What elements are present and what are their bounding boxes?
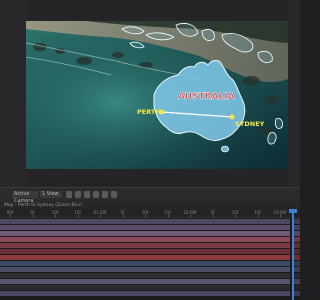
layer-bar[interactable] [0,249,290,254]
tasmania-shape [221,145,229,153]
layer-bar[interactable] [0,261,290,266]
composition-render: AUSTRALIA PERTH SYDNEY [26,21,288,169]
layer-bar[interactable] [0,243,290,248]
city-label-sydney: SYDNEY [235,120,265,128]
timeline-comp-name: Map - Perth to Sydney (Zoom Blur) [4,203,83,208]
views-layout-select[interactable]: 1 View [40,191,62,198]
viewer-toolbar: Active Camera 1 View [0,187,300,204]
ruler-tick-mark [280,215,281,217]
layer-bar[interactable] [0,285,290,290]
layer-bar[interactable] [0,237,290,242]
layer-bar[interactable] [0,267,290,272]
viewer-left-margin [0,0,26,187]
mask-icon[interactable] [75,191,81,198]
ruler-tick-mark [145,215,146,217]
layer-bar[interactable] [0,219,290,224]
snapshot-icon[interactable] [84,191,90,198]
timeline-panel: Map - Perth to Sydney (Zoom Blur) 00f 5f 1… [0,202,300,300]
ruler-tick-mark [257,215,259,217]
layer-bar[interactable] [0,225,290,230]
viewer-right-margin [288,0,300,187]
layer-bar[interactable] [0,273,290,278]
ruler-tick-mark [100,215,101,217]
fast-preview-icon[interactable] [111,191,117,198]
ruler-tick-mark [235,215,236,217]
grid-icon[interactable] [66,191,72,198]
ruler-tick-mark [32,215,34,217]
ruler-tick-mark [77,215,79,217]
layer-bar[interactable] [0,291,290,296]
view-select[interactable]: Active Camera [12,191,38,204]
playhead-line[interactable] [292,209,294,300]
composition-frame[interactable]: AUSTRALIA PERTH SYDNEY [26,21,288,169]
timeline-tab[interactable]: Map - Perth to Sydney (Zoom Blur) [0,202,300,209]
time-ruler[interactable]: 00f 5f 10f 15f 01:00f 5f 10f 15f 02:00f 5f 10f 15f 0… [0,209,300,218]
sydney-marker [229,114,235,120]
ruler-tick-mark [167,215,169,217]
ruler-tick-mark [122,215,124,217]
ruler-tick-mark [10,215,11,217]
layer-bar[interactable] [0,279,290,284]
ruler-tick-mark [190,215,191,217]
ruler-tick-mark [212,215,214,217]
layer-bar[interactable] [0,255,290,260]
composition-viewer: AUSTRALIA PERTH SYDNEY [0,0,300,187]
channel-icon[interactable] [93,191,99,198]
country-label: AUSTRALIA [178,92,235,102]
city-label-perth: PERTH [137,108,161,116]
color-icon[interactable] [102,191,108,198]
ruler-tick-mark [55,215,56,217]
layer-bar[interactable] [0,231,290,236]
